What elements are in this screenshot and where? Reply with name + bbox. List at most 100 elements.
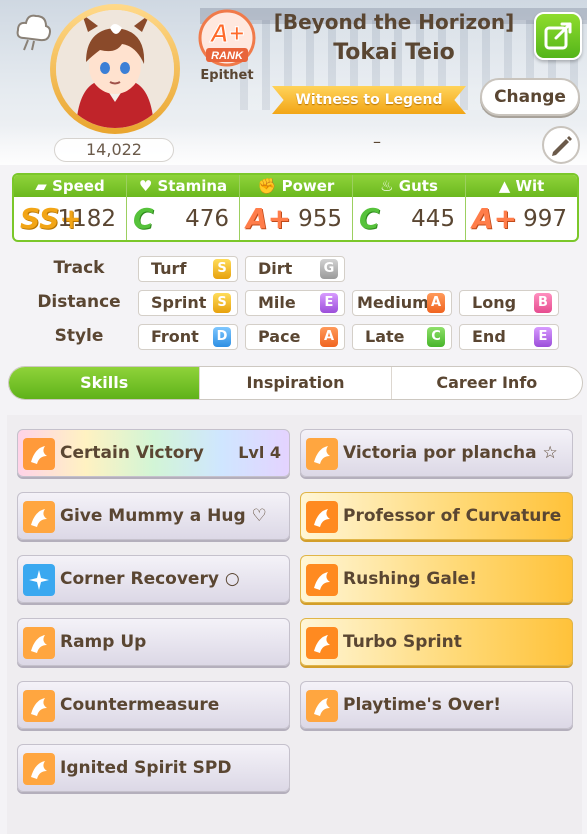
tab-bar: Skills Inspiration Career Info	[8, 366, 583, 400]
heart-icon: ♥	[138, 177, 158, 195]
skill-name: Corner Recovery ○	[60, 569, 240, 589]
aptitude-grade: B	[534, 293, 552, 313]
speed-skill-icon	[23, 501, 55, 533]
aptitude-grade: S	[213, 293, 231, 313]
skill-card[interactable]: Ramp Up	[17, 618, 290, 666]
aptitude-grade: E	[534, 327, 552, 347]
skill-card[interactable]: Certain Victory Lvl 4	[17, 429, 290, 477]
speed-skill-icon	[306, 690, 338, 722]
stat-label: ▲ Wit	[466, 175, 577, 197]
stats-panel: ▰ Speed SS+ 1182 ♥ Stamina C 476 ✊ Power…	[12, 173, 579, 242]
skill-card[interactable]: Playtime's Over!	[300, 681, 573, 729]
stat-value: 997	[523, 206, 567, 232]
outfit-title: [Beyond the Horizon]	[273, 10, 515, 34]
aptitude-grade: C	[427, 327, 445, 347]
stat-wit: ▲ Wit A+ 997	[466, 175, 577, 240]
stat-value: 1182	[57, 206, 116, 232]
skill-card[interactable]: Rushing Gale!	[300, 555, 573, 603]
skill-name: Certain Victory	[60, 443, 204, 463]
aptitude-grade: S	[213, 259, 231, 279]
share-button[interactable]	[534, 12, 582, 60]
skills-panel: Certain Victory Lvl 4 Victoria por planc…	[7, 415, 582, 834]
character-name: Tokai Teio	[333, 40, 455, 65]
aptitude-late: Late C	[352, 324, 452, 350]
unique-skill-icon	[23, 438, 55, 470]
skill-name: Professor of Curvature	[343, 506, 562, 526]
change-epithet-button[interactable]: Change	[480, 78, 580, 116]
aptitude-grade: G	[320, 259, 338, 279]
stat-power: ✊ Power A+ 955	[240, 175, 353, 240]
skill-name: Rushing Gale!	[343, 569, 477, 589]
aptitude-grade: E	[320, 293, 338, 313]
stat-label: ♥ Stamina	[127, 175, 239, 197]
track-label: Track	[53, 258, 105, 278]
aptitude-sprint: Sprint S	[138, 290, 238, 316]
speed-skill-icon	[306, 501, 338, 533]
skill-name: Ramp Up	[60, 632, 147, 652]
stat-grade: A+	[472, 202, 518, 235]
speed-skill-icon	[306, 564, 338, 596]
tab-skills[interactable]: Skills	[9, 367, 201, 399]
stat-value: 445	[411, 206, 455, 232]
skill-card[interactable]: Turbo Sprint	[300, 618, 573, 666]
skill-card[interactable]: Ignited Spirit SPD	[17, 744, 290, 792]
grad-cap-icon: ▲	[498, 177, 516, 195]
aptitude-turf: Turf S	[138, 256, 238, 282]
skill-name: Give Mummy a Hug ♡	[60, 506, 267, 526]
fan-count: 14,022	[54, 138, 174, 162]
tab-career-info[interactable]: Career Info	[392, 367, 582, 399]
speed-skill-icon	[23, 753, 55, 785]
aptitude-grade: A	[320, 327, 338, 347]
shoe-icon: ▰	[35, 177, 53, 195]
aptitude-pace: Pace A	[245, 324, 345, 350]
distance-label: Distance	[37, 292, 121, 312]
muscle-icon: ✊	[257, 177, 282, 195]
aptitude-grade: A	[427, 293, 445, 313]
speed-skill-icon	[306, 627, 338, 659]
pencil-icon	[552, 136, 572, 156]
stat-value: 955	[298, 206, 342, 232]
edit-button[interactable]	[542, 126, 580, 164]
speed-skill-icon	[23, 690, 55, 722]
character-portrait[interactable]	[50, 4, 180, 134]
recovery-skill-icon	[23, 564, 55, 596]
skill-name: Ignited Spirit SPD	[60, 758, 232, 778]
stat-value: 476	[185, 206, 229, 232]
epithet-ribbon: Witness to Legend	[272, 86, 466, 114]
stat-grade: C	[359, 202, 380, 235]
tab-inspiration[interactable]: Inspiration	[200, 367, 392, 399]
rank-grade: A+	[209, 18, 244, 48]
cloud-icon[interactable]	[14, 8, 52, 52]
skill-card[interactable]: Professor of Curvature	[300, 492, 573, 540]
rank-badge: A+ RANK	[196, 8, 258, 70]
comment-text: –	[373, 132, 381, 151]
character-avatar	[56, 10, 174, 128]
skill-card[interactable]: Give Mummy a Hug ♡	[17, 492, 290, 540]
stat-guts: ♨ Guts C 445	[353, 175, 466, 240]
skill-card[interactable]: Corner Recovery ○	[17, 555, 290, 603]
stat-label: ✊ Power	[240, 175, 352, 197]
skill-name: Turbo Sprint	[343, 632, 462, 652]
style-label: Style	[54, 326, 104, 346]
skill-name: Playtime's Over!	[343, 695, 501, 715]
rank-label: RANK	[211, 50, 244, 62]
skill-card[interactable]: Countermeasure	[17, 681, 290, 729]
aptitude-front: Front D	[138, 324, 238, 350]
speed-skill-icon	[23, 627, 55, 659]
aptitude-mile: Mile E	[245, 290, 345, 316]
stat-label: ♨ Guts	[353, 175, 465, 197]
skill-level: Lvl 4	[238, 443, 281, 462]
share-icon	[544, 22, 572, 50]
stat-grade: C	[133, 202, 154, 235]
epithet-label: Epithet	[200, 68, 254, 83]
stat-stamina: ♥ Stamina C 476	[127, 175, 240, 240]
aptitude-grade: D	[213, 327, 231, 347]
skill-card[interactable]: Victoria por plancha ☆	[300, 429, 573, 477]
stat-label: ▰ Speed	[14, 175, 126, 197]
aptitude-long: Long B	[459, 290, 559, 316]
skill-name: Countermeasure	[60, 695, 220, 715]
aptitude-dirt: Dirt G	[245, 256, 345, 282]
aptitude-medium: Medium A	[352, 290, 452, 316]
aptitude-end: End E	[459, 324, 559, 350]
speed-skill-icon	[306, 438, 338, 470]
